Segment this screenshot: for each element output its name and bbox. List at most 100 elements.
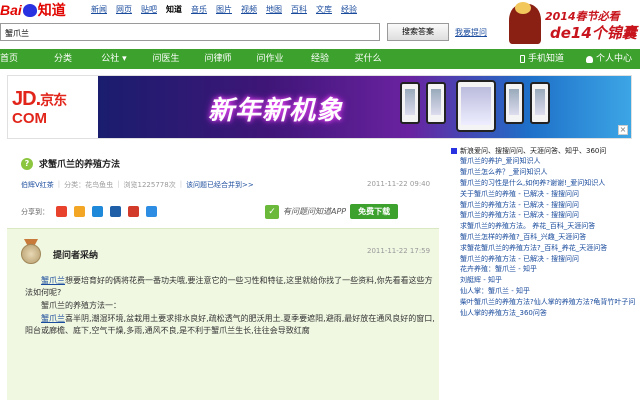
sidebar-link-item[interactable]: 蟹爪兰怎样的养殖?_百科_兴趣_天涯问答: [451, 232, 640, 243]
sidebar-link-item[interactable]: 仙人掌的养殖方法_360问答: [451, 307, 640, 318]
question-category[interactable]: 分类：花鸟鱼虫: [64, 180, 113, 190]
question-title-text: 求蟹爪兰的养殖方法: [39, 160, 121, 170]
top-nav-item[interactable]: 图片: [216, 4, 232, 15]
sidebar-link-label: 仙人掌的养殖方法_360问答: [460, 308, 547, 317]
sidebar-link-item[interactable]: 蟹爪兰的养殖方法 - 已解决 - 搜搜问问: [451, 210, 640, 221]
top-nav-item[interactable]: 网页: [116, 4, 132, 15]
main-nav-item[interactable]: 问律师: [192, 49, 244, 69]
merged-question-link[interactable]: 该问题已经合并到>>: [186, 180, 254, 190]
main-nav-item[interactable]: 问作业: [244, 49, 296, 69]
sidebar-header: 新浪爱问、搜搜问问、天涯问答、知乎、360问: [451, 146, 640, 156]
sidebar-link-item[interactable]: 关于蟹爪兰的养殖 - 已解决 - 搜搜问问: [451, 188, 640, 199]
sidebar-link-item[interactable]: 柴叶蟹爪兰的养殖方法?仙人掌的养殖方法?龟背竹叶子问: [451, 296, 640, 307]
main-nav-label: 分类: [53, 54, 72, 64]
qzone-icon[interactable]: [74, 206, 85, 217]
sidebar-link-label: 蟹爪兰的养护_爱问知识人: [460, 157, 541, 166]
search-answer-button[interactable]: 搜索答案: [387, 23, 449, 41]
question-meta: 伯辉V红茶 | 分类：花鸟鱼虫 | 浏览1225778次 | 该问题已经合并到>…: [21, 180, 254, 190]
sidebar-link-item[interactable]: 花卉养殖：蟹爪兰 - 知乎: [451, 264, 640, 275]
bullet-icon: [451, 148, 457, 154]
sidebar-link-label: 求蟹爪兰的养殖方法。 养花_百科_天涯问答: [460, 222, 596, 231]
meta-divider: |: [117, 180, 120, 188]
sidebar-link-item[interactable]: 仙人掌：蟹爪兰 - 知乎: [451, 286, 640, 297]
main-nav-item[interactable]: 买什么: [344, 49, 392, 69]
free-download-button[interactable]: 免费下载: [350, 204, 399, 219]
phone-image: [456, 80, 496, 132]
sidebar-list: 蟹爪兰的养护_爱问知识人 蟹爪兰怎么养？_爱问知识人 蟹爪兰的习性是什么,如何养?谢…: [451, 156, 640, 318]
main-nav-label: 首页: [0, 54, 19, 64]
top-nav-item[interactable]: 经验: [341, 4, 357, 15]
top-nav-item[interactable]: 新闻: [91, 4, 107, 15]
sidebar-link-label: 柴叶蟹爪兰的养殖方法?仙人掌的养殖方法?龟背竹叶子问: [460, 297, 636, 306]
qq-icon[interactable]: [92, 206, 103, 217]
kaixin-icon[interactable]: [128, 206, 139, 217]
main-nav-item[interactable]: 分类: [38, 49, 88, 69]
mobile-zhidao-label: 手机知道: [527, 54, 564, 64]
keyword-link[interactable]: 蟹爪兰: [41, 276, 65, 285]
top-nav-item[interactable]: 贴吧: [141, 4, 157, 15]
sidebar-link-label: 求蟹花蟹爪兰的养殖方法?_百科_养花_天涯问答: [460, 243, 608, 252]
mobile-zhidao-link[interactable]: 手机知道: [519, 49, 564, 69]
sidebar-link-item[interactable]: 蟹爪兰怎么养？_爱问知识人: [451, 167, 640, 178]
phone-image: [530, 82, 550, 124]
sidebar-link-label: 蟹爪兰怎么养？_爱问知识人: [460, 168, 548, 177]
sidebar-link-label: 蟹爪兰的养殖方法 - 已解决 - 搜搜问问: [460, 200, 579, 209]
top-nav-item[interactable]: 地图: [266, 4, 282, 15]
answer-body: 蟹爪兰想要培育好的俩将花费一番功夫哦,要注意它的一些习性和特征,这里就给你找了一…: [25, 275, 435, 338]
answer-text: 喜半阴,潮湿环境,盆栽用土要求排水良好,疏松透气的肥沃用土.夏季要遮阳,避雨,最…: [25, 314, 435, 335]
ask-question-link[interactable]: 我要提问: [455, 27, 487, 38]
tencent-weibo-icon[interactable]: [56, 206, 67, 217]
answer-text: 蟹爪兰的养殖方法一：: [41, 301, 121, 310]
sidebar-link-label: 花卉养殖：蟹爪兰 - 知乎: [460, 265, 537, 274]
asker-username[interactable]: 伯辉V红茶: [21, 180, 54, 190]
main-nav-item[interactable]: 经验: [296, 49, 344, 69]
jd-ad-banner[interactable]: JD.京东 COM 新年新机象 ×: [7, 75, 632, 139]
sidebar-link-item[interactable]: 蟹爪兰的习性是什么,如何养?谢谢!_爱问知识人: [451, 178, 640, 189]
sidebar-link-item[interactable]: 蟹爪兰的养护_爱问知识人: [451, 156, 640, 167]
renren-icon[interactable]: [110, 206, 121, 217]
spring-festival-promo[interactable]: 2014春节必看 de14个锦囊: [505, 0, 640, 48]
phone-image: [504, 82, 524, 124]
baidu-zhidao-logo[interactable]: Bai 知道: [0, 0, 66, 20]
top-nav: 新闻 网页 贴吧 知道 音乐 图片 视频 地图 百科 文库 经验: [91, 4, 357, 15]
logo-bai-text: Bai: [0, 2, 22, 18]
sidebar-link-item[interactable]: 刘艇辉 - 知乎: [451, 275, 640, 286]
best-answer: 提问者采纳 2011-11-22 17:59 蟹爪兰想要培育好的俩将花费一番功夫…: [7, 228, 439, 400]
sidebar-link-item[interactable]: 求蟹花蟹爪兰的养殖方法?_百科_养花_天涯问答: [451, 242, 640, 253]
keyword-link[interactable]: 蟹爪兰: [41, 314, 65, 323]
sidebar-link-item[interactable]: 蟹爪兰的养殖方法 - 已解决 - 搜搜问问: [451, 253, 640, 264]
user-center-link[interactable]: 个人中心: [585, 49, 632, 69]
main-nav-item[interactable]: 公社 ▾: [88, 49, 140, 69]
banner-slogan: 新年新机象: [208, 96, 344, 126]
user-icon: [585, 55, 593, 63]
baidu-share-icon[interactable]: [146, 206, 157, 217]
sidebar-link-item[interactable]: 求蟹爪兰的养殖方法。 养花_百科_天涯问答: [451, 221, 640, 232]
close-icon[interactable]: ×: [618, 125, 628, 135]
top-nav-item[interactable]: 知道: [166, 4, 182, 15]
answer-timestamp: 2011-11-22 17:59: [367, 247, 431, 255]
medal-icon: [20, 239, 42, 264]
main-nav-item[interactable]: 问医生: [140, 49, 192, 69]
sidebar-link-label: 蟹爪兰的习性是什么,如何养?谢谢!_爱问知识人: [460, 178, 606, 187]
question-timestamp: 2011-11-22 09:40: [367, 180, 431, 188]
top-nav-item[interactable]: 文库: [316, 4, 332, 15]
top-nav-item[interactable]: 视频: [241, 4, 257, 15]
top-nav-item[interactable]: 百科: [291, 4, 307, 15]
meta-divider: |: [57, 180, 61, 188]
answer-paragraph: 蟹爪兰喜半阴,潮湿环境,盆栽用土要求排水良好,疏松透气的肥沃用土.夏季要遮阳,避…: [25, 313, 435, 337]
view-count: 浏览1225778次: [123, 181, 176, 189]
answer-paragraph: 蟹爪兰想要培育好的俩将花费一番功夫哦,要注意它的一些习性和特征,这里就给你找了一…: [25, 275, 435, 299]
app-promo-text: 有问题问知道APP: [283, 207, 347, 216]
mobile-phone-icon: [519, 55, 525, 63]
main-nav-label: 问律师: [204, 54, 232, 64]
main-nav-label: 经验: [310, 54, 329, 64]
zhidao-app-promo: ✓ 有问题问知道APP 免费下载: [265, 204, 399, 219]
search-input[interactable]: 蟹爪兰: [0, 23, 380, 41]
top-nav-item[interactable]: 音乐: [191, 4, 207, 15]
accepted-answer-label: 提问者采纳: [53, 251, 99, 261]
sidebar-link-label: 蟹爪兰的养殖方法 - 已解决 - 搜搜问问: [460, 254, 579, 263]
baidu-paw-icon: [22, 3, 37, 17]
sidebar-link-item[interactable]: 蟹爪兰的养殖方法 - 已解决 - 搜搜问问: [451, 199, 640, 210]
horse-rider-illustration: [509, 2, 541, 44]
main-nav-item[interactable]: 首页: [0, 49, 38, 69]
